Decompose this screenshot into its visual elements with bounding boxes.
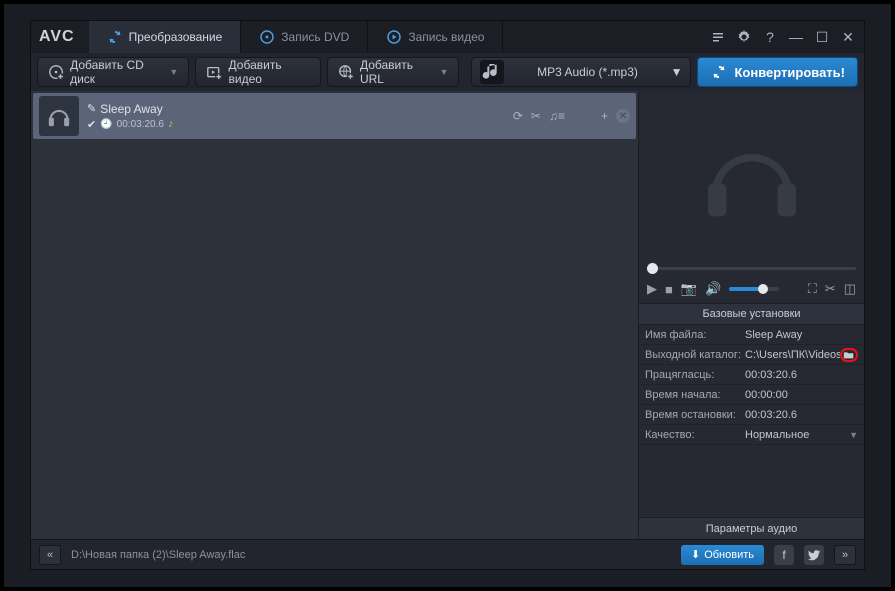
file-list-body xyxy=(31,141,638,539)
gear-icon[interactable] xyxy=(736,29,752,45)
file-item[interactable]: ✎ Sleep Away ✔ 🕘 00:03:20.6 ♪ ⟳ ✂ ♫≡ xyxy=(33,93,636,139)
button-label: Конвертировать! xyxy=(734,65,845,80)
caret-down-icon: ▼ xyxy=(671,65,683,79)
file-actions: ⟳ ✂ ♫≡ + ✕ xyxy=(513,109,630,123)
file-title: Sleep Away xyxy=(100,102,163,116)
check-icon[interactable]: ✔ xyxy=(87,118,96,131)
settings-header: Базовые установки xyxy=(639,303,864,325)
row-filename: Имя файла: Sleep Away xyxy=(639,325,864,345)
remove-icon[interactable]: ✕ xyxy=(616,109,630,123)
film-plus-icon xyxy=(206,63,222,81)
app-logo: AVC xyxy=(39,28,75,46)
disc-plus-icon xyxy=(48,63,64,81)
refresh-icon[interactable]: ⟳ xyxy=(513,109,523,123)
tab-record[interactable]: Запись видео xyxy=(368,21,503,53)
caret-down-icon: ▼ xyxy=(169,67,178,77)
file-thumbnail xyxy=(39,96,79,136)
update-button[interactable]: ⬇ Обновить xyxy=(681,545,764,565)
progress-bar[interactable] xyxy=(639,261,864,275)
audio-params-button[interactable]: Параметры аудио xyxy=(639,517,864,539)
row-start-time: Время начала: 00:00:00 xyxy=(639,385,864,405)
caret-down-icon: ▼ xyxy=(849,430,858,440)
settings-table: Имя файла: Sleep Away Выходной каталог: … xyxy=(639,325,864,445)
status-path: D:\Новая папка (2)\Sleep Away.flac xyxy=(71,549,671,561)
volume-icon[interactable]: 🔊 xyxy=(705,281,721,297)
status-bar: « D:\Новая папка (2)\Sleep Away.flac ⬇ О… xyxy=(31,539,864,569)
minimize-icon[interactable]: — xyxy=(788,29,804,45)
output-dir-value[interactable]: C:\Users\ПК\Videos\An xyxy=(745,349,840,361)
menu-icon[interactable] xyxy=(710,29,726,45)
right-panel: ▶ ■ 📷 🔊 ⛶ ✂ ◫ Базовые установки Имя файл… xyxy=(639,91,864,539)
button-label: Добавить URL xyxy=(360,58,432,86)
filename-value[interactable]: Sleep Away xyxy=(745,329,858,341)
progress-knob[interactable] xyxy=(647,263,658,274)
maximize-icon[interactable]: ☐ xyxy=(814,29,830,45)
scissors-icon[interactable]: ✂ xyxy=(531,109,541,123)
tab-label: Запись DVD xyxy=(281,30,349,44)
refresh-icon xyxy=(710,63,728,81)
download-icon: ⬇ xyxy=(691,548,700,561)
main-area: ✎ Sleep Away ✔ 🕘 00:03:20.6 ♪ ⟳ ✂ ♫≡ xyxy=(31,91,864,539)
app-window: AVC Преобразование Запись DVD Запись вид… xyxy=(30,20,865,570)
headphones-icon xyxy=(697,126,807,226)
button-label: Добавить CD диск xyxy=(70,58,161,86)
twitter-icon[interactable] xyxy=(804,545,824,565)
music-note-icon xyxy=(480,60,504,84)
toolbar: Добавить CD диск ▼ Добавить видео Добави… xyxy=(31,53,864,91)
tab-label: Преобразование xyxy=(129,30,223,44)
expand-icon[interactable]: ⛶ xyxy=(808,281,817,297)
window-buttons: ? — ☐ ✕ xyxy=(710,29,856,45)
help-icon[interactable]: ? xyxy=(762,29,778,45)
file-list-panel: ✎ Sleep Away ✔ 🕘 00:03:20.6 ♪ ⟳ ✂ ♫≡ xyxy=(31,91,639,539)
row-duration: Працягласць: 00:03:20.6 xyxy=(639,365,864,385)
playlist-icon[interactable]: ♫≡ xyxy=(549,109,565,123)
close-icon[interactable]: ✕ xyxy=(840,29,856,45)
tab-dvd[interactable]: Запись DVD xyxy=(241,21,368,53)
note-icon: ♪ xyxy=(168,118,174,130)
caret-down-icon: ▼ xyxy=(440,67,449,77)
camera-icon[interactable]: 📷 xyxy=(681,281,697,297)
globe-plus-icon xyxy=(338,63,354,81)
crop-icon[interactable]: ◫ xyxy=(844,281,856,297)
format-label: MP3 Audio (*.mp3) xyxy=(514,65,660,79)
plus-icon[interactable]: + xyxy=(601,109,608,123)
facebook-icon[interactable]: f xyxy=(774,545,794,565)
row-stop-time: Время остановки: 00:03:20.6 xyxy=(639,405,864,425)
stop-value[interactable]: 00:03:20.6 xyxy=(745,409,858,421)
tab-label: Запись видео xyxy=(408,30,484,44)
play-circle-icon xyxy=(386,29,402,45)
add-video-button[interactable]: Добавить видео xyxy=(195,57,321,87)
scissors-icon[interactable]: ✂ xyxy=(825,281,836,297)
row-quality: Качество: Нормальное ▼ xyxy=(639,425,864,445)
button-label: Добавить видео xyxy=(229,58,310,86)
file-meta: ✎ Sleep Away ✔ 🕘 00:03:20.6 ♪ xyxy=(87,102,513,131)
clock-icon: 🕘 xyxy=(100,119,112,130)
titlebar: AVC Преобразование Запись DVD Запись вид… xyxy=(31,21,864,53)
preview-area xyxy=(639,91,864,261)
chevron-left-button[interactable]: « xyxy=(39,545,61,565)
stop-icon[interactable]: ■ xyxy=(665,282,673,297)
add-url-button[interactable]: Добавить URL ▼ xyxy=(327,57,460,87)
format-selector[interactable]: MP3 Audio (*.mp3) ▼ xyxy=(471,57,691,87)
tab-convert[interactable]: Преобразование xyxy=(89,21,242,53)
add-cd-button[interactable]: Добавить CD диск ▼ xyxy=(37,57,189,87)
volume-slider[interactable] xyxy=(729,287,779,291)
quality-select[interactable]: Нормальное ▼ xyxy=(745,429,858,441)
pencil-icon[interactable]: ✎ xyxy=(87,102,96,115)
row-output-dir: Выходной каталог: C:\Users\ПК\Videos\An xyxy=(639,345,864,365)
file-duration: 00:03:20.6 xyxy=(117,119,164,130)
refresh-icon xyxy=(107,29,123,45)
player-controls: ▶ ■ 📷 🔊 ⛶ ✂ ◫ xyxy=(639,275,864,303)
play-icon[interactable]: ▶ xyxy=(647,281,657,297)
duration-value: 00:03:20.6 xyxy=(745,369,858,381)
disc-icon xyxy=(259,29,275,45)
browse-folder-button[interactable] xyxy=(840,348,858,362)
convert-button[interactable]: Конвертировать! xyxy=(697,57,858,87)
start-value[interactable]: 00:00:00 xyxy=(745,389,858,401)
chevron-right-button[interactable]: » xyxy=(834,545,856,565)
